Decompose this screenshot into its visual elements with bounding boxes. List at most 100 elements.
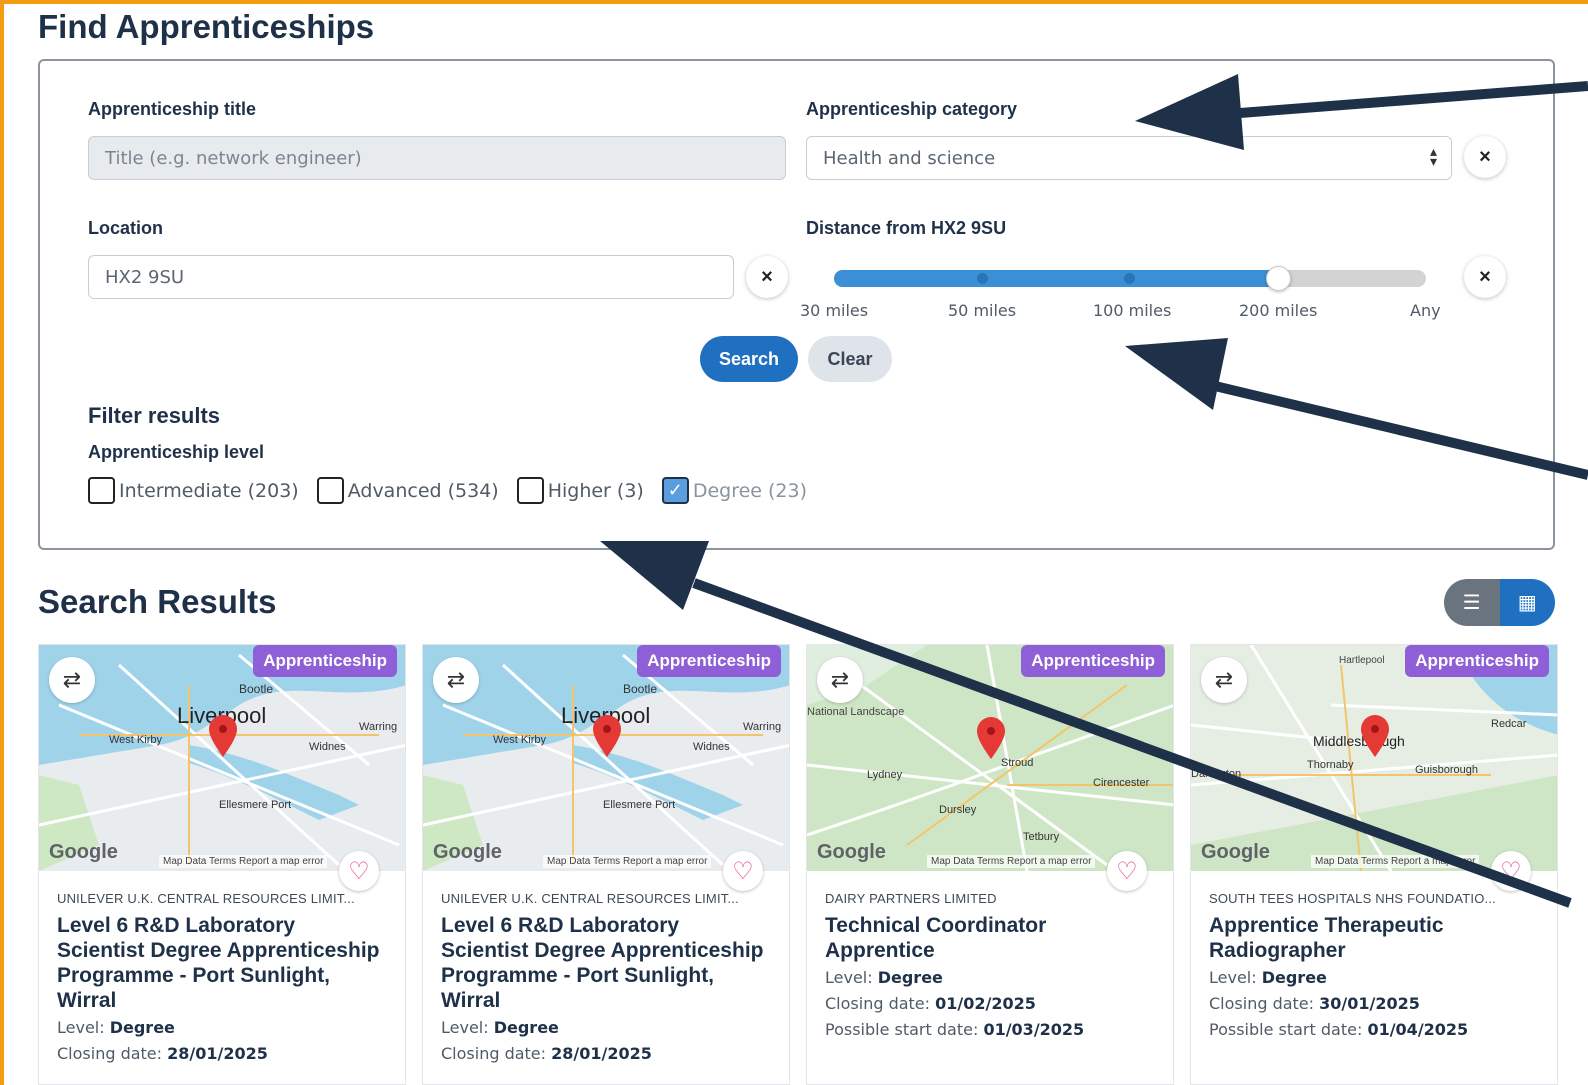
- search-button[interactable]: Search: [700, 336, 798, 382]
- distance-tick: Any: [1410, 301, 1441, 320]
- view-toggle: ☰ ▦: [1444, 579, 1555, 626]
- distance-label: Distance from HX2 9SU: [806, 218, 1007, 238]
- checkbox-checked[interactable]: ✓: [661, 477, 689, 504]
- distance-tick: 200 miles: [1239, 301, 1318, 320]
- level-meta: Level: Degree: [57, 1018, 175, 1037]
- closing-date-meta: Closing date: 28/01/2025: [57, 1044, 268, 1063]
- clear-location-button[interactable]: ×: [746, 256, 788, 298]
- svg-text:Lydney: Lydney: [867, 769, 903, 781]
- list-view-button[interactable]: ☰: [1444, 579, 1500, 626]
- distance-tick: 30 miles: [800, 301, 869, 320]
- level-checkbox-degree[interactable]: ✓ Degree (23): [661, 477, 808, 504]
- svg-text:Redcar: Redcar: [1491, 718, 1527, 730]
- checkbox-label: Intermediate (203): [119, 479, 299, 502]
- distance-tick: 100 miles: [1093, 301, 1172, 320]
- checkbox[interactable]: [316, 477, 344, 504]
- swap-icon[interactable]: ⇄: [433, 657, 479, 703]
- map-attribution[interactable]: Map Data Terms Report a map error: [543, 855, 712, 868]
- favourite-heart-icon[interactable]: ♡: [1107, 851, 1147, 891]
- swap-icon[interactable]: ⇄: [1201, 657, 1247, 703]
- checkbox[interactable]: [88, 477, 115, 504]
- checkmark-icon: ✓: [667, 480, 683, 501]
- map-attribution[interactable]: Map Data Terms Report a map error: [927, 855, 1096, 868]
- job-title[interactable]: Technical Coordinator Apprentice: [825, 913, 1155, 963]
- closing-date-meta: Closing date: 01/02/2025: [825, 994, 1036, 1013]
- svg-text:Thornaby: Thornaby: [1307, 759, 1354, 771]
- category-value: Health and science: [823, 147, 996, 169]
- category-select[interactable]: Health and science ▴ ▾: [806, 136, 1452, 180]
- level-checkbox-higher[interactable]: Higher (3): [516, 477, 644, 504]
- map-attribution[interactable]: Map Data Terms Report a map error: [159, 855, 328, 868]
- closing-date-meta: Closing date: 30/01/2025: [1209, 994, 1420, 1013]
- level-checkbox-advanced[interactable]: Advanced (534): [316, 477, 499, 504]
- svg-text:Tetbury: Tetbury: [1023, 831, 1060, 843]
- level-meta: Level: Degree: [441, 1018, 559, 1037]
- svg-text:Warring: Warring: [743, 721, 781, 733]
- checkbox[interactable]: [516, 477, 544, 504]
- location-input[interactable]: HX2 9SU: [88, 255, 734, 299]
- job-title[interactable]: Level 6 R&D Laboratory Scientist Degree …: [441, 913, 771, 1013]
- favourite-heart-icon[interactable]: ♡: [339, 851, 379, 891]
- svg-text:Ellesmere Port: Ellesmere Port: [219, 799, 291, 811]
- apprenticeship-badge: Apprenticeship: [1021, 645, 1165, 677]
- select-arrows-icon: ▴ ▾: [1429, 144, 1437, 170]
- page-title: Find Apprenticeships: [38, 8, 375, 45]
- google-logo: Google: [49, 841, 118, 863]
- slider-step-dot: [1124, 273, 1135, 284]
- location-value: HX2 9SU: [105, 266, 185, 288]
- map-attribution[interactable]: Map Data Terms Report a map error: [1311, 855, 1480, 868]
- swap-icon[interactable]: ⇄: [49, 657, 95, 703]
- svg-text:Widnes: Widnes: [693, 741, 730, 753]
- svg-text:Darlington: Darlington: [1191, 768, 1241, 780]
- svg-text:Guisborough: Guisborough: [1415, 764, 1478, 776]
- svg-text:National Landscape: National Landscape: [807, 706, 904, 718]
- clear-distance-button[interactable]: ×: [1464, 256, 1506, 298]
- location-label: Location: [88, 218, 163, 238]
- category-label: Apprenticeship category: [806, 99, 1018, 119]
- favourite-heart-icon[interactable]: ♡: [1491, 851, 1531, 891]
- job-title[interactable]: Level 6 R&D Laboratory Scientist Degree …: [57, 913, 387, 1013]
- title-label: Apprenticeship title: [88, 99, 257, 119]
- svg-text:West Kirby: West Kirby: [493, 734, 546, 746]
- google-logo: Google: [433, 841, 502, 863]
- result-card[interactable]: Bootle Liverpool West Kirby Widnes Warri…: [422, 644, 790, 1085]
- svg-text:Ellesmere Port: Ellesmere Port: [603, 799, 675, 811]
- filter-results-title: Filter results: [88, 403, 221, 428]
- grid-icon: ▦: [1517, 592, 1537, 614]
- google-logo: Google: [1201, 841, 1270, 863]
- svg-text:Warring: Warring: [359, 721, 397, 733]
- level-checkbox-intermediate[interactable]: Intermediate (203): [88, 477, 299, 504]
- clear-category-button[interactable]: ×: [1464, 136, 1506, 178]
- checkbox-label: Degree (23): [692, 479, 808, 502]
- clear-button[interactable]: Clear: [808, 336, 892, 382]
- favourite-heart-icon[interactable]: ♡: [723, 851, 763, 891]
- map-thumbnail: Hartlepool Redcar Middlesbrough Thornaby…: [1191, 645, 1557, 871]
- level-label: Apprenticeship level: [88, 442, 265, 462]
- result-card[interactable]: Bootle Liverpool West Kirby Widnes Warri…: [38, 644, 406, 1085]
- employer-name: SOUTH TEES HOSPITALS NHS FOUNDATIO...: [1209, 891, 1496, 906]
- distance-slider-thumb[interactable]: [1266, 266, 1291, 291]
- distance-slider[interactable]: [834, 266, 1426, 291]
- svg-text:Hartlepool: Hartlepool: [1339, 655, 1385, 666]
- distance-tick: 50 miles: [948, 301, 1017, 320]
- svg-text:West Kirby: West Kirby: [109, 734, 162, 746]
- closing-date-meta: Closing date: 28/01/2025: [441, 1044, 652, 1063]
- apprenticeship-badge: Apprenticeship: [637, 645, 781, 677]
- close-icon: ×: [1479, 265, 1491, 288]
- list-icon: ☰: [1462, 592, 1481, 614]
- result-card[interactable]: Hartlepool Redcar Middlesbrough Thornaby…: [1190, 644, 1558, 1085]
- job-title[interactable]: Apprentice Therapeutic Radiographer: [1209, 913, 1539, 963]
- title-input[interactable]: Title (e.g. network engineer): [88, 136, 786, 180]
- svg-text:Widnes: Widnes: [309, 741, 346, 753]
- employer-name: UNILEVER U.K. CENTRAL RESOURCES LIMIT...: [441, 891, 739, 906]
- slider-step-dot: [977, 273, 988, 284]
- result-card[interactable]: National Landscape Lydney Stroud Cirence…: [806, 644, 1174, 1085]
- apprenticeship-badge: Apprenticeship: [1405, 645, 1549, 677]
- apprenticeship-badge: Apprenticeship: [253, 645, 397, 677]
- grid-view-button[interactable]: ▦: [1499, 579, 1555, 626]
- svg-text:Dursley: Dursley: [939, 804, 977, 816]
- svg-text:Bootle: Bootle: [239, 682, 273, 696]
- swap-icon[interactable]: ⇄: [817, 657, 863, 703]
- close-icon: ×: [761, 265, 773, 288]
- map-thumbnail: Bootle Liverpool West Kirby Widnes Warri…: [39, 645, 405, 871]
